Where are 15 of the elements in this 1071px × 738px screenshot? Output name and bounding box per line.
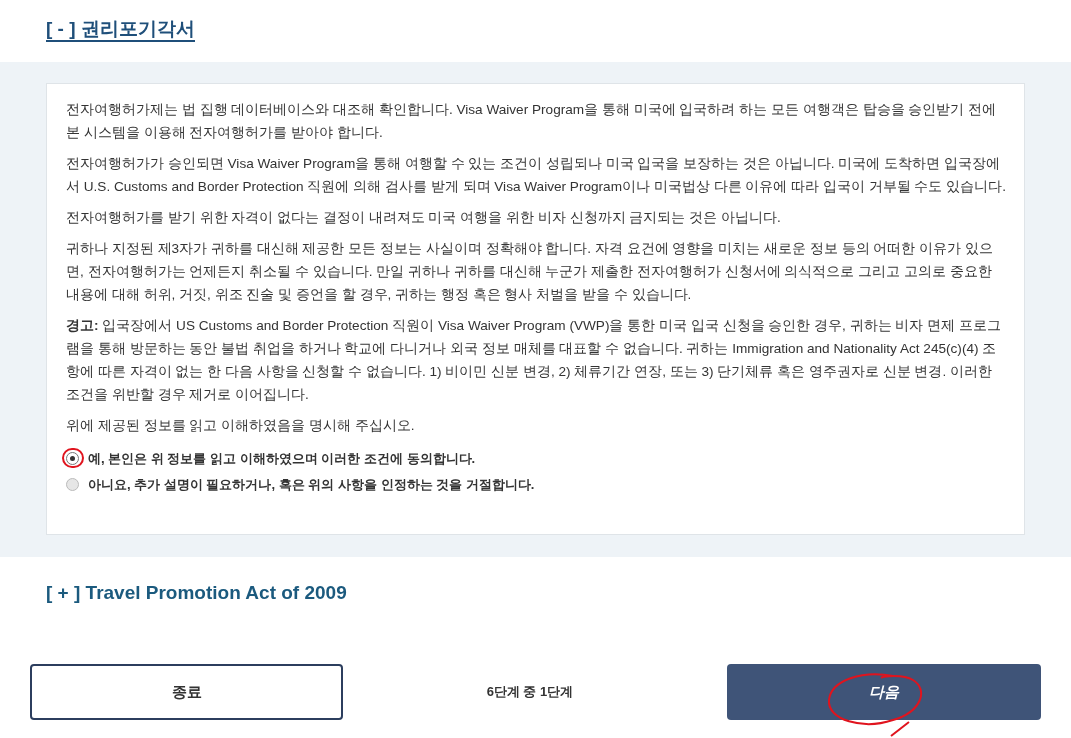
paragraph: 전자여행허가가 승인되면 Visa Waiver Program을 통해 여행할 수 있는 조건이 성립되나 미국 입국을 보장하는 것은 아닙니다. 미국에 도착하면 입국장에서 U.S. Customs and Border Protection 직원에 의해 검사를 받게 되며 Visa Waiver Program이나 미국법상 다른 이유에 따라 입국이 거부될 수도 있습니다. xyxy=(66,155,1006,196)
paragraph: 경고: 입국장에서 US Customs and Border Protection 직원이 Visa Waiver Program (VWP)을 통한 미국 입국 신청을 승인한 경우, 귀하는 비자 면제 프로그램을 통해 방문하는 동안 불법 취업을 하거나 학교에 다니거나 외국 정보 매체를 대표할 수 없습니다. 귀하는 Immigration and Nationality Act 245(c)(4) 조항에 따른 자격이 없는 한 다음 사항을 신청할 수 없습니다. 1) 비이민 신분 변경, 2) 체류기간 연장, 또는 3) 단기체류 혹은 영주권자로 신분 변경. 이러한 조건을 위반할 경우 제거로 이어집니다. xyxy=(66,317,1002,404)
next-button[interactable]: 다음 xyxy=(727,664,1041,720)
paragraph: 전자여행허가제는 법 집행 데이터베이스와 대조해 확인합니다. Visa Waiver Program을 통해 미국에 입국하려 하는 모든 여행객은 탑승을 승인받기 전에 본 시스템을 이용해 전자여행허가를 받아야 합니다. xyxy=(66,101,998,142)
section-header-link[interactable]: [ + ] Travel Promotion Act of 2009 xyxy=(46,583,347,606)
paragraph: 위에 제공된 정보를 읽고 이해하였음을 명시해 주십시오. xyxy=(66,417,416,435)
paragraph: 전자여행허가를 받기 위한 자격이 없다는 결정이 내려져도 미국 여행을 위한 비자 신청까지 금지되는 것은 아닙니다. xyxy=(66,209,782,227)
section-header-link[interactable]: [ - ] 권리포기각서 xyxy=(46,19,195,42)
radio-button[interactable] xyxy=(66,452,79,465)
paragraph: 귀하나 지정된 제3자가 귀하를 대신해 제공한 모든 정보는 사실이며 정확해야 합니다. 자격 요건에 영향을 미치는 새로운 정보 등의 어떠한 이유가 있으면, 전자여행허가는 언제든지 취소될 수 있습니다. 만일 귀하나 귀하를 대신해 누군가 제출한 전자여행허가 신청서에 의식적으로 그리고 고의로 중요한 내용에 대해 허위, 거짓, 위조 진술 및 증언을 할 경우, 귀하는 행정 혹은 형사 처벌을 받을 수 있습니다. xyxy=(66,240,994,304)
radio-button[interactable] xyxy=(66,478,79,491)
radio-label[interactable]: 아니요, 추가 설명이 필요하거나, 혹은 위의 사항을 인정하는 것을 거절합니다. xyxy=(88,473,535,496)
radio-label[interactable]: 예, 본인은 위 정보를 읽고 이해하였으며 이러한 조건에 동의합니다. xyxy=(88,447,476,470)
exit-button[interactable]: 종료 xyxy=(30,664,343,720)
step-indicator: 6단계 중 1단계 xyxy=(485,683,575,702)
